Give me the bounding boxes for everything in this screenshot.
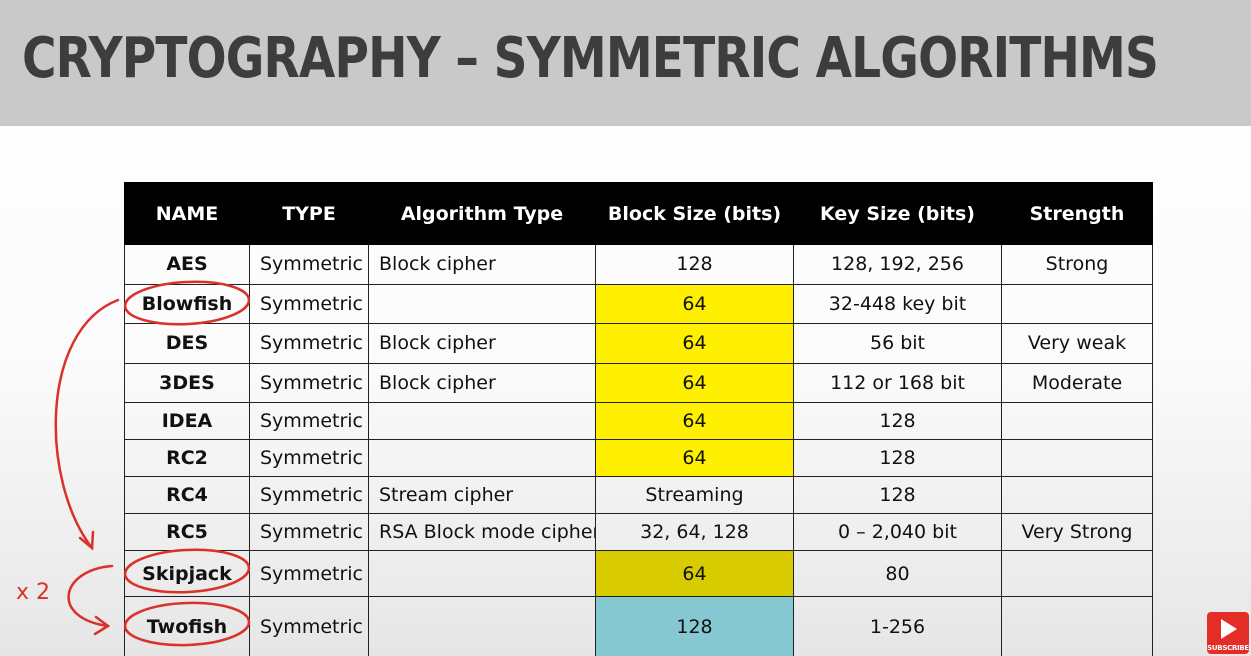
cell-strength bbox=[1001, 476, 1153, 514]
cell-type: Symmetric bbox=[249, 244, 369, 285]
table-header-row: NAME TYPE Algorithm Type Block Size (bit… bbox=[124, 182, 1153, 245]
cell-type: Symmetric bbox=[249, 402, 369, 440]
cell-type: Symmetric bbox=[249, 362, 369, 403]
cell-name: RC4 bbox=[124, 476, 250, 514]
cell-type: Symmetric bbox=[249, 323, 369, 364]
table-row: RC4 Symmetric Stream cipher Streaming 12… bbox=[124, 476, 1153, 514]
cell-block-size: 128 bbox=[595, 596, 794, 656]
title-band: CRYPTOGRAPHY – SYMMETRIC ALGORITHMS bbox=[0, 0, 1251, 126]
cell-type: Symmetric bbox=[249, 596, 369, 656]
cell-strength: Very weak bbox=[1001, 323, 1153, 364]
cell-name: RC5 bbox=[124, 513, 250, 551]
cell-algorithm-type: Block cipher bbox=[368, 323, 596, 364]
table-row: IDEA Symmetric 64 128 bbox=[124, 402, 1153, 440]
table-row: AES Symmetric Block cipher 128 128, 192,… bbox=[124, 244, 1153, 285]
table-row: DES Symmetric Block cipher 64 56 bit Ver… bbox=[124, 323, 1153, 364]
cell-block-size: Streaming bbox=[595, 476, 794, 514]
arrowhead-twofish bbox=[93, 615, 111, 636]
cell-block-size: 64 bbox=[595, 550, 794, 597]
cell-key-size: 1-256 bbox=[793, 596, 1002, 656]
cell-name: DES bbox=[124, 323, 250, 364]
header-block-size: Block Size (bits) bbox=[595, 182, 794, 245]
header-key-size: Key Size (bits) bbox=[793, 182, 1002, 245]
cell-name: Skipjack bbox=[124, 550, 250, 597]
cell-name: 3DES bbox=[124, 362, 250, 403]
curved-arrow-skipjack-to-twofish bbox=[67, 564, 114, 628]
cell-algorithm-type bbox=[368, 283, 596, 324]
cell-strength bbox=[1001, 550, 1153, 597]
cell-strength: Strong bbox=[1001, 244, 1153, 285]
cell-type: Symmetric bbox=[249, 476, 369, 514]
header-strength: Strength bbox=[1001, 182, 1153, 245]
table-row: Blowfish Symmetric 64 32-448 key bit bbox=[124, 283, 1153, 324]
cell-block-size: 64 bbox=[595, 362, 794, 403]
cell-key-size: 112 or 168 bit bbox=[793, 362, 1002, 403]
cell-algorithm-type bbox=[368, 550, 596, 597]
cell-block-size: 64 bbox=[595, 439, 794, 477]
youtube-subscribe-button[interactable]: SUBSCRIBE bbox=[1207, 612, 1249, 654]
cell-name: RC2 bbox=[124, 439, 250, 477]
play-icon bbox=[1221, 619, 1237, 639]
cell-key-size: 0 – 2,040 bit bbox=[793, 513, 1002, 551]
cell-strength bbox=[1001, 596, 1153, 656]
cell-block-size: 64 bbox=[595, 402, 794, 440]
header-type: TYPE bbox=[249, 182, 369, 245]
arrowhead-skipjack bbox=[78, 530, 95, 551]
cell-type: Symmetric bbox=[249, 439, 369, 477]
cell-algorithm-type bbox=[368, 596, 596, 656]
cell-block-size: 64 bbox=[595, 283, 794, 324]
cell-key-size: 128, 192, 256 bbox=[793, 244, 1002, 285]
cell-strength bbox=[1001, 439, 1153, 477]
cell-block-size: 32, 64, 128 bbox=[595, 513, 794, 551]
header-algorithm-type: Algorithm Type bbox=[368, 182, 596, 245]
cell-key-size: 128 bbox=[793, 402, 1002, 440]
multiplier-annotation: x 2 bbox=[16, 580, 51, 605]
table-row: RC2 Symmetric 64 128 bbox=[124, 439, 1153, 477]
header-name: NAME bbox=[124, 182, 250, 245]
table-row: Twofish Symmetric 128 1-256 bbox=[124, 596, 1153, 656]
table-row: 3DES Symmetric Block cipher 64 112 or 16… bbox=[124, 362, 1153, 403]
cell-name: AES bbox=[124, 244, 250, 285]
cell-algorithm-type: RSA Block mode cipher bbox=[368, 513, 596, 551]
cell-key-size: 56 bit bbox=[793, 323, 1002, 364]
cell-key-size: 32-448 key bit bbox=[793, 283, 1002, 324]
cell-key-size: 128 bbox=[793, 476, 1002, 514]
cell-strength bbox=[1001, 402, 1153, 440]
cell-name: Twofish bbox=[124, 596, 250, 656]
cell-type: Symmetric bbox=[249, 513, 369, 551]
subscribe-label: SUBSCRIBE bbox=[1207, 644, 1249, 652]
cell-type: Symmetric bbox=[249, 283, 369, 324]
cell-strength bbox=[1001, 283, 1153, 324]
curved-arrow-blowfish-to-skipjack bbox=[54, 298, 120, 550]
cell-name: Blowfish bbox=[124, 283, 250, 324]
table-row: RC5 Symmetric RSA Block mode cipher 32, … bbox=[124, 513, 1153, 551]
table-row: Skipjack Symmetric 64 80 bbox=[124, 550, 1153, 597]
cell-strength: Very Strong bbox=[1001, 513, 1153, 551]
cell-strength: Moderate bbox=[1001, 362, 1153, 403]
cell-algorithm-type: Stream cipher bbox=[368, 476, 596, 514]
cell-algorithm-type: Block cipher bbox=[368, 362, 596, 403]
cell-type: Symmetric bbox=[249, 550, 369, 597]
cell-algorithm-type bbox=[368, 439, 596, 477]
cell-block-size: 64 bbox=[595, 323, 794, 364]
cell-name: IDEA bbox=[124, 402, 250, 440]
slide-title: CRYPTOGRAPHY – SYMMETRIC ALGORITHMS bbox=[22, 26, 1159, 91]
cell-key-size: 80 bbox=[793, 550, 1002, 597]
symmetric-algorithms-table: NAME TYPE Algorithm Type Block Size (bit… bbox=[124, 182, 1153, 656]
cell-key-size: 128 bbox=[793, 439, 1002, 477]
cell-algorithm-type: Block cipher bbox=[368, 244, 596, 285]
cell-block-size: 128 bbox=[595, 244, 794, 285]
cell-algorithm-type bbox=[368, 402, 596, 440]
